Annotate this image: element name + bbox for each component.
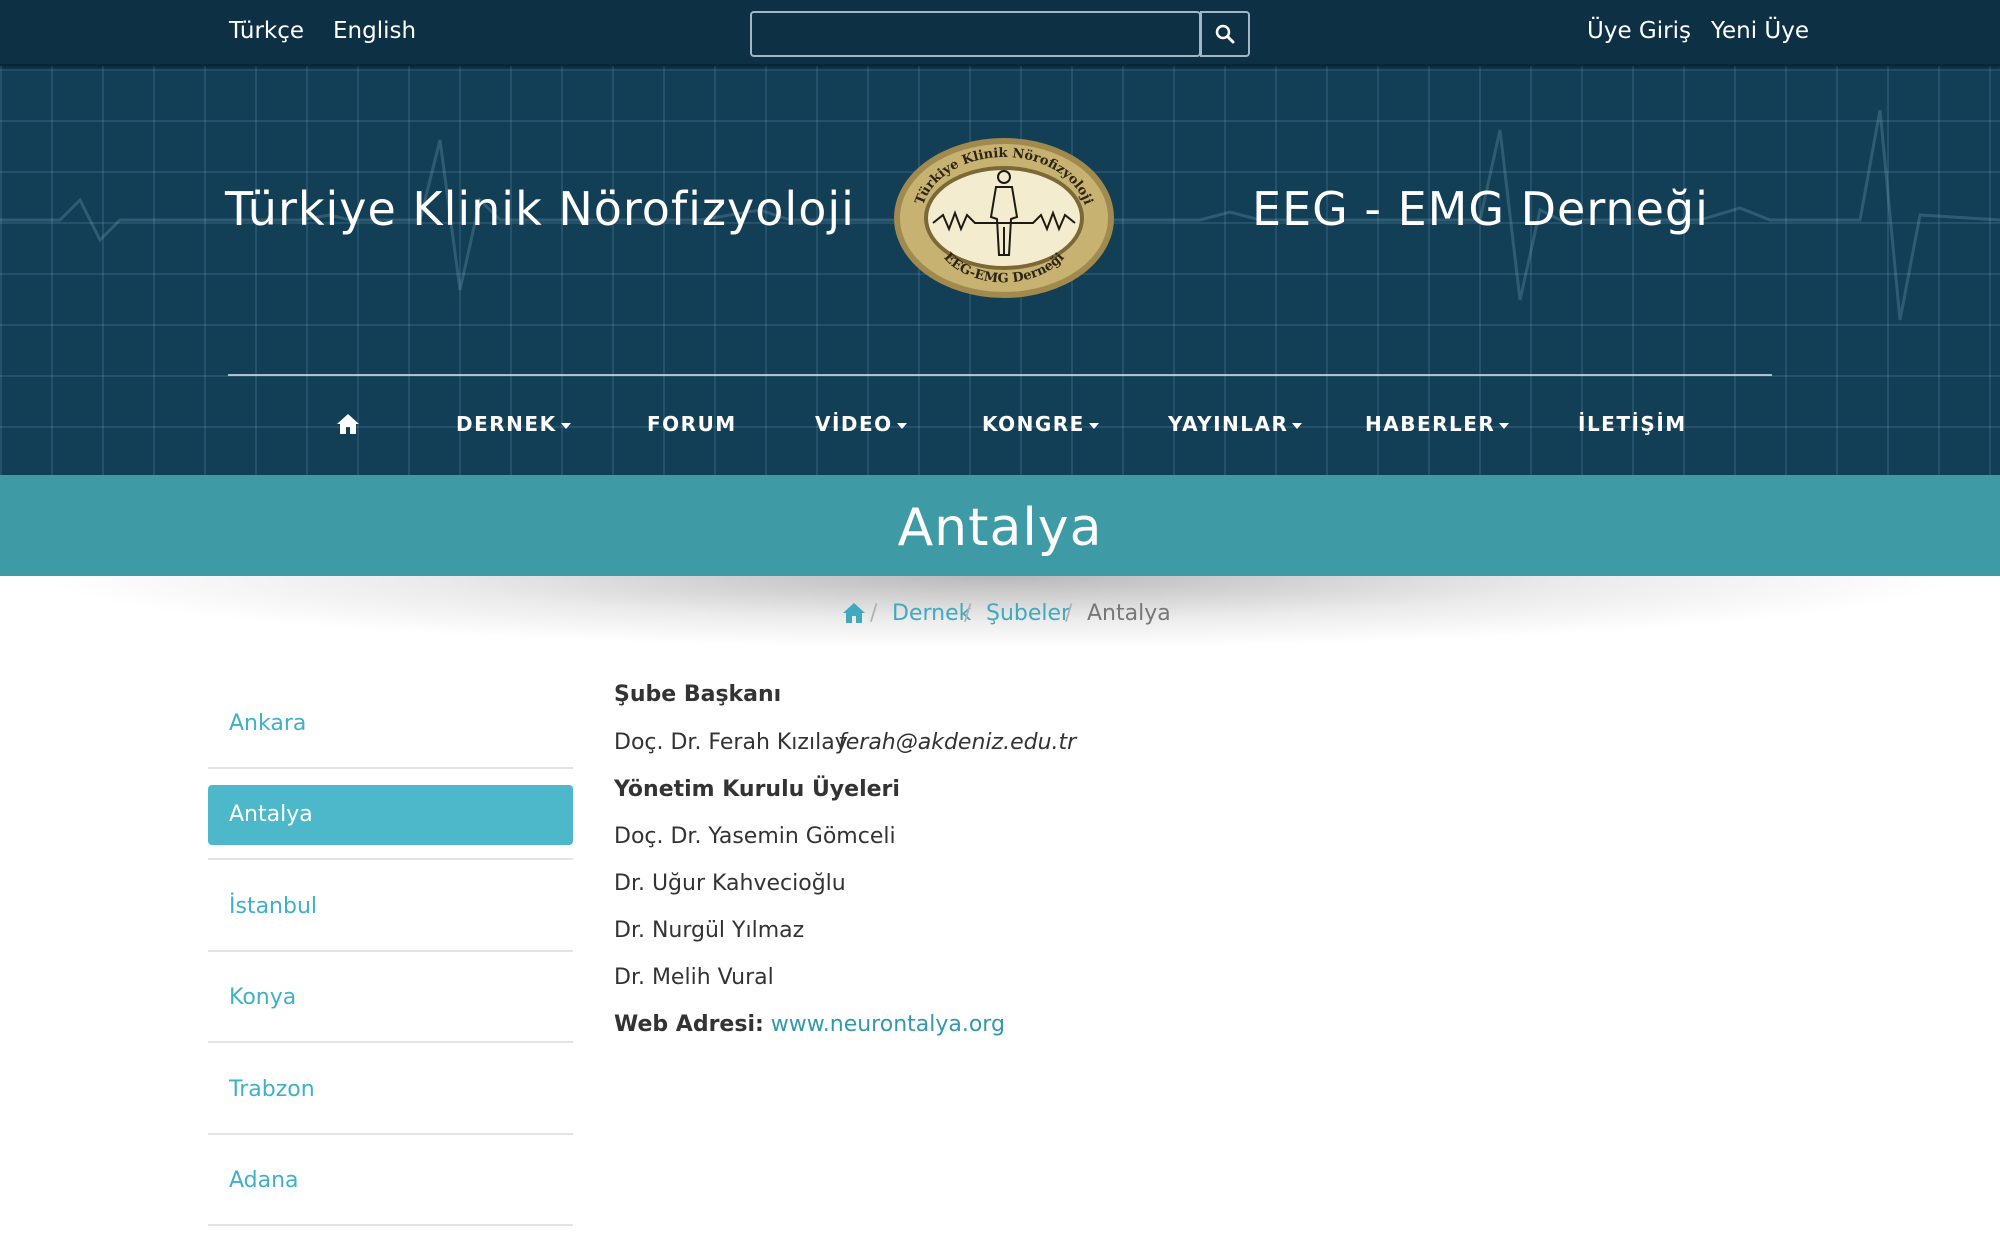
nav-item-label: YAYINLAR (1168, 412, 1289, 436)
site-title-right: EEG - EMG Derneği (1252, 182, 1709, 236)
new-member-link[interactable]: Yeni Üye (1711, 18, 1809, 44)
chevron-down-icon (1292, 422, 1303, 429)
sidebar-divider (208, 1041, 573, 1043)
nav-item-video[interactable]: VİDEO (815, 412, 907, 436)
sidebar-divider (208, 1224, 573, 1226)
language-turkish-link[interactable]: Türkçe (229, 18, 304, 44)
header-divider (228, 374, 1772, 376)
sidebar-divider (208, 950, 573, 952)
sidebar-divider (208, 858, 573, 860)
president-email: ferah@akdeniz.edu.tr (838, 730, 1077, 755)
nav-item-label: DERNEK (456, 412, 557, 436)
breadcrumb-subeler[interactable]: Şubeler (986, 601, 1070, 626)
nav-item-label: KONGRE (982, 412, 1085, 436)
sidebar-item-istanbul[interactable]: İstanbul (208, 877, 573, 937)
nav-item-label: İLETİŞİM (1578, 412, 1687, 436)
language-english-link[interactable]: English (333, 18, 416, 44)
chevron-down-icon (896, 422, 907, 429)
search-button[interactable] (1200, 11, 1250, 57)
sidebar-item-adana[interactable]: Adana (208, 1151, 573, 1211)
page-title: Antalya (897, 498, 1103, 558)
home-icon (843, 603, 865, 623)
board-member: Dr. Uğur Kahvecioğlu (614, 871, 846, 896)
nav-item-dernek[interactable]: DERNEK (456, 412, 571, 436)
top-bar: Türkçe English Üye Giriş Yeni Üye (0, 0, 2000, 66)
search-input[interactable] (750, 11, 1201, 57)
sidebar-divider (208, 767, 573, 769)
chevron-down-icon (1499, 422, 1510, 429)
breadcrumb-separator: / (870, 601, 878, 626)
sidebar-item-konya[interactable]: Konya (208, 968, 573, 1028)
board-member: Dr. Melih Vural (614, 965, 774, 990)
member-login-link[interactable]: Üye Giriş (1587, 18, 1691, 44)
breadcrumb-dernek[interactable]: Dernek (892, 601, 971, 626)
breadcrumb-home[interactable] (842, 601, 866, 631)
web-address-label: Web Adresi: (614, 1012, 764, 1037)
breadcrumb: / Dernek / Şubeler / Antalya (0, 601, 2000, 633)
society-logo-emblem: Türkiye Klinik Nörofizyoloji EEG-EMG Der… (894, 138, 1114, 298)
nav-item-kongre[interactable]: KONGRE (982, 412, 1099, 436)
breadcrumb-separator: / (1065, 601, 1073, 626)
sidebar-divider (208, 1133, 573, 1135)
site-title-left: Türkiye Klinik Nörofizyoloji (225, 182, 855, 236)
president-heading: Şube Başkanı (614, 682, 782, 707)
board-member: Dr. Nurgül Yılmaz (614, 918, 805, 943)
home-icon (337, 414, 359, 434)
nav-home[interactable] (336, 412, 360, 436)
chevron-down-icon (1088, 422, 1099, 429)
sidebar-item-antalya[interactable]: Antalya (208, 785, 573, 845)
society-logo[interactable]: Türkiye Klinik Nörofizyoloji EEG-EMG Der… (893, 137, 1115, 299)
sidebar-item-ankara[interactable]: Ankara (208, 694, 573, 754)
board-heading: Yönetim Kurulu Üyeleri (614, 777, 900, 802)
search-icon (1215, 24, 1235, 44)
board-member: Doç. Dr. Yasemin Gömceli (614, 824, 896, 849)
nav-item-haberler[interactable]: HABERLER (1365, 412, 1510, 436)
nav-item-yayinlar[interactable]: YAYINLAR (1168, 412, 1303, 436)
nav-item-label: VİDEO (815, 412, 893, 436)
president-name: Doç. Dr. Ferah Kızılay (614, 730, 848, 755)
nav-item-label: HABERLER (1365, 412, 1496, 436)
web-address-row: Web Adresi: www.neurontalya.org (614, 1012, 1005, 1037)
breadcrumb-current: Antalya (1087, 601, 1171, 626)
nav-item-label: FORUM (647, 412, 737, 436)
web-address-link[interactable]: www.neurontalya.org (771, 1012, 1005, 1037)
breadcrumb-separator: / (964, 601, 972, 626)
nav-item-iletisim[interactable]: İLETİŞİM (1578, 412, 1687, 436)
chevron-down-icon (560, 422, 571, 429)
sidebar-item-trabzon[interactable]: Trabzon (208, 1060, 573, 1120)
nav-item-forum[interactable]: FORUM (647, 412, 737, 436)
